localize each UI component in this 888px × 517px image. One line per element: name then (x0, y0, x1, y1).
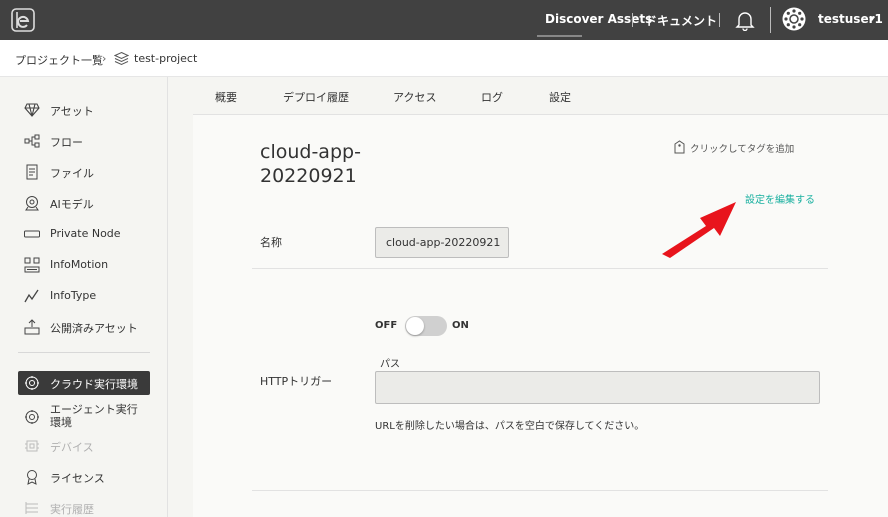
agent-icon (25, 410, 39, 424)
sidebar-item-label: InfoMotion (50, 258, 109, 271)
path-help-text: URLを削除したい場合は、パスを空白で保存してください。 (375, 421, 645, 432)
sidebar-item-cloud-runtime[interactable]: クラウド実行環境 (18, 371, 150, 395)
bell-icon[interactable] (735, 9, 755, 31)
app-logo-icon[interactable] (11, 8, 35, 32)
sidebar-item-assets[interactable]: アセット (18, 98, 150, 122)
toggle-knob (406, 317, 424, 335)
sidebar-item-label: Private Node (50, 227, 121, 240)
sidebar-item-history: 実行履歴 (18, 496, 150, 517)
name-field[interactable]: cloud-app-20220921 (375, 227, 509, 258)
red-arrow-annotation (662, 202, 736, 258)
divider (719, 13, 720, 27)
divider (252, 268, 828, 269)
license-icon (27, 470, 37, 485)
file-icon (26, 164, 38, 180)
edit-settings-link[interactable]: 設定を編集する (745, 191, 815, 206)
page-title: cloud-app- 20220921 (260, 140, 361, 188)
breadcrumb-projects-link[interactable]: プロジェクト一覧 (15, 52, 103, 68)
toggle-on-label: ON (452, 320, 469, 331)
chevron-right-icon: › (102, 52, 107, 65)
sidebar-item-label: 実行履歴 (50, 503, 94, 516)
cloud-runtime-icon (25, 376, 39, 390)
tab-bar: 概要 デプロイ履歴 アクセス ログ 設定 (193, 77, 888, 115)
sidebar-item-ai-model[interactable]: AIモデル (18, 191, 150, 215)
documents-link[interactable]: ドキュメント (645, 12, 717, 29)
sidebar-item-infotype[interactable]: InfoType (18, 284, 150, 308)
sidebar-item-flow[interactable]: フロー (18, 129, 150, 153)
tag-icon (674, 140, 685, 154)
layers-icon (114, 51, 129, 66)
top-bar: Discover Assets ドキュメント testuser1 (0, 0, 888, 40)
sidebar: アセット フロー ファイル AIモデル Private Node InfoMot… (0, 77, 168, 517)
path-input[interactable] (375, 371, 820, 404)
http-trigger-toggle[interactable] (405, 316, 447, 336)
history-icon (25, 502, 38, 514)
sidebar-item-label: 公開済みアセット (50, 322, 138, 335)
sidebar-item-label: クラウド実行環境 (50, 378, 138, 391)
sidebar-item-label: InfoType (50, 289, 97, 302)
sidebar-item-device: デバイス (18, 434, 150, 458)
divider (770, 7, 771, 33)
sidebar-item-agent-runtime[interactable]: エージェント実行環境 (18, 403, 150, 431)
sidebar-item-label: アセット (50, 105, 94, 118)
sidebar-item-infomotion[interactable]: InfoMotion (18, 253, 150, 277)
name-label: 名称 (260, 236, 282, 249)
page-title-line: cloud-app- (260, 141, 361, 163)
sidebar-item-label: ライセンス (50, 472, 105, 485)
sidebar-item-file[interactable]: ファイル (18, 160, 150, 184)
published-icon (24, 319, 40, 335)
breadcrumb: プロジェクト一覧 › test-project (0, 40, 888, 77)
http-trigger-label: HTTPトリガー (260, 375, 333, 388)
ai-model-icon (25, 196, 39, 211)
sidebar-item-private-node[interactable]: Private Node (18, 222, 150, 246)
device-icon (25, 440, 39, 452)
sidebar-item-license[interactable]: ライセンス (18, 465, 150, 489)
infotype-icon (24, 289, 39, 303)
path-label: パス (380, 359, 400, 370)
tab-deploy-history[interactable]: デプロイ履歴 (283, 89, 349, 105)
add-tag-label: クリックしてタグを追加 (690, 144, 795, 155)
tab-logs[interactable]: ログ (481, 89, 503, 105)
page-title-line: 20220921 (260, 165, 357, 187)
diamond-icon (24, 103, 40, 117)
active-tab-indicator (537, 35, 582, 37)
tab-overview[interactable]: 概要 (215, 89, 237, 105)
node-icon (24, 230, 40, 238)
tab-settings[interactable]: 設定 (549, 89, 571, 105)
sidebar-item-label: デバイス (50, 441, 94, 454)
sidebar-item-label: ファイル (50, 167, 94, 180)
avatar[interactable] (782, 7, 806, 31)
sidebar-item-label: AIモデル (50, 198, 94, 211)
discover-assets-link[interactable]: Discover Assets (545, 12, 652, 26)
sidebar-divider (18, 352, 150, 353)
sidebar-item-published-assets[interactable]: 公開済みアセット (18, 315, 150, 339)
tab-access[interactable]: アクセス (393, 89, 436, 105)
divider (632, 13, 633, 27)
divider (252, 490, 828, 491)
chevron-down-icon[interactable] (869, 17, 875, 21)
infomotion-icon (24, 257, 40, 273)
sidebar-item-label: エージェント実行環境 (50, 403, 138, 429)
toggle-off-label: OFF (375, 320, 398, 331)
sidebar-item-label: フロー (50, 136, 83, 149)
breadcrumb-current: test-project (134, 52, 198, 65)
flow-icon (24, 134, 40, 148)
